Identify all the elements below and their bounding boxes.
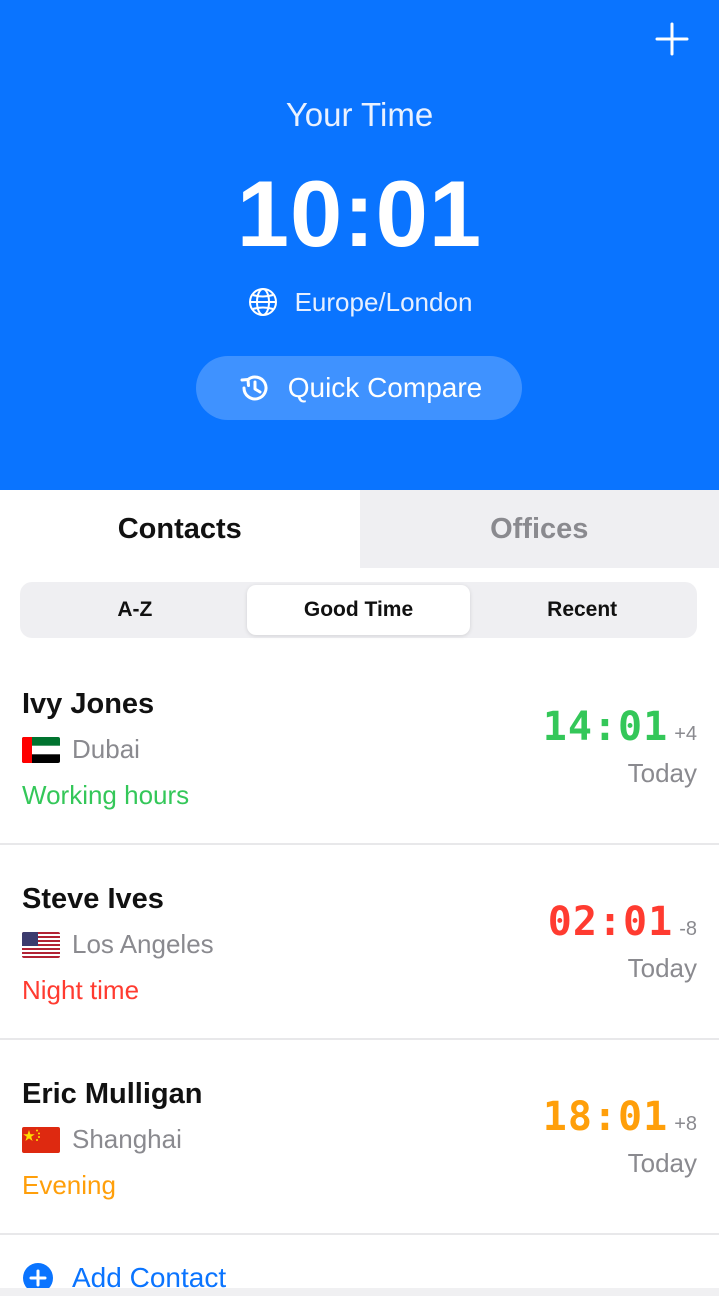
contact-time-group: 02:01 -8	[548, 899, 697, 945]
timezone-row: Europe/London	[0, 286, 719, 318]
plus-icon	[655, 22, 689, 56]
globe-icon	[248, 288, 277, 316]
contact-city: Shanghai	[72, 1124, 182, 1154]
quick-compare-button[interactable]: Quick Compare	[196, 356, 522, 420]
contact-time: 14:01	[542, 704, 669, 750]
contact-status: Night time	[22, 975, 140, 1005]
contact-name: Ivy Jones	[22, 688, 155, 720]
contact-status: Working hours	[22, 780, 190, 810]
contact-location: Dubai	[22, 734, 140, 765]
contact-city: Los Angeles	[72, 929, 214, 959]
sort-segmented-control: A-Z Good Time Recent	[20, 582, 697, 638]
contact-row-ivy-jones[interactable]: Ivy Jones Dubai Working hours 14:01 +4 T…	[0, 650, 719, 845]
bottom-divider	[0, 1288, 719, 1296]
contact-offset: +4	[674, 723, 697, 745]
contact-name: Eric Mulligan	[22, 1078, 203, 1110]
contact-row-eric-mulligan[interactable]: Eric Mulligan Shanghai Evening 18:01 +8 …	[0, 1040, 719, 1235]
us-flag-icon	[22, 931, 60, 958]
timezone-label: Europe/London	[294, 286, 473, 317]
tab-bar: Contacts Offices	[0, 490, 719, 568]
segment-a-z[interactable]: A-Z	[23, 585, 247, 635]
your-time-title: Your Time	[285, 96, 434, 133]
contact-status: Evening	[22, 1170, 116, 1200]
history-icon	[240, 375, 268, 401]
quick-compare-label: Quick Compare	[287, 372, 483, 403]
contact-location: Los Angeles	[22, 929, 214, 960]
contact-location: Shanghai	[22, 1124, 182, 1155]
contact-day: Today	[627, 1148, 697, 1178]
segment-recent[interactable]: Recent	[470, 585, 694, 635]
contact-name: Steve Ives	[22, 883, 164, 915]
contact-offset: +8	[674, 1113, 697, 1135]
contact-city: Dubai	[72, 734, 140, 764]
contact-time: 18:01	[542, 1094, 669, 1140]
ae-flag-icon	[22, 736, 60, 763]
contact-list: Ivy Jones Dubai Working hours 14:01 +4 T…	[0, 650, 719, 1235]
header: Your Time 10:01 Europe/London Quick Comp…	[0, 0, 719, 490]
current-time: 10:01	[236, 161, 483, 266]
tab-offices[interactable]: Offices	[359, 490, 719, 568]
tab-contacts[interactable]: Contacts	[0, 490, 360, 568]
segment-good-time[interactable]: Good Time	[246, 585, 471, 635]
add-button[interactable]	[653, 20, 691, 58]
cn-flag-icon	[22, 1126, 60, 1153]
contact-offset: -8	[679, 918, 697, 940]
contact-time: 02:01	[547, 899, 674, 945]
contact-day: Today	[627, 758, 697, 788]
contact-time-group: 14:01 +4	[543, 704, 697, 750]
contact-day: Today	[627, 953, 697, 983]
contact-time-group: 18:01 +8	[543, 1094, 697, 1140]
contact-row-steve-ives[interactable]: Steve Ives Los Angeles Night time 02:01 …	[0, 845, 719, 1040]
